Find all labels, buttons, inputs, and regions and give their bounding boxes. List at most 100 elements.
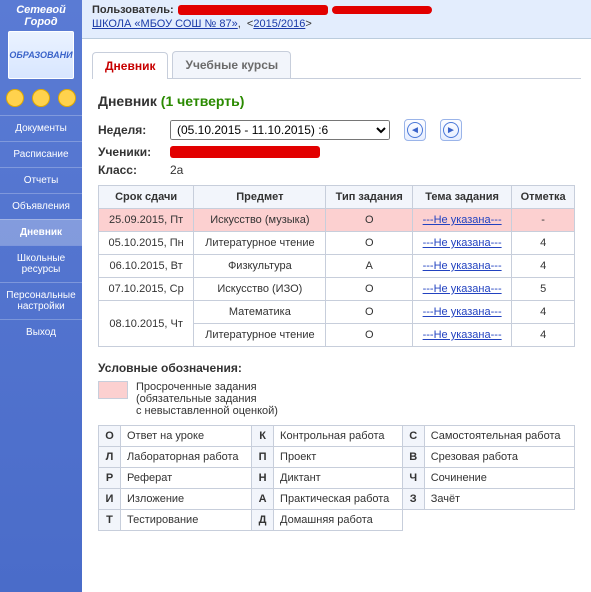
cell-type: О — [326, 278, 413, 301]
cell-type: О — [326, 209, 413, 232]
legend-desc: Тестирование — [121, 510, 252, 531]
legend-code: Н — [252, 468, 274, 489]
cell-subject: Литературное чтение — [194, 324, 326, 347]
col-mark: Отметка — [512, 186, 575, 209]
legend-desc: Реферат — [121, 468, 252, 489]
col-subject: Предмет — [194, 186, 326, 209]
table-row: 07.10.2015, СрИскусство (ИЗО)О ---Не указ… — [99, 278, 575, 301]
user-label: Пользователь: — [92, 4, 174, 16]
topic-link[interactable]: ---Не указана--- — [423, 283, 502, 295]
nav-item-3[interactable]: Объявления — [0, 193, 82, 219]
logo-image: ОБРАЗОВАНИ — [8, 31, 74, 79]
legend-overdue: Просроченные задания (обязательные задан… — [98, 381, 575, 417]
quarter: (1 четверть) — [161, 93, 245, 109]
legend-code: О — [99, 426, 121, 447]
week-next-button[interactable]: ► — [440, 119, 462, 141]
diary-table: Срок сдачи Предмет Тип задания Тема зада… — [98, 185, 575, 347]
year-link[interactable]: 2015/2016 — [253, 18, 305, 30]
user-name-redacted — [178, 5, 328, 15]
cell-topic: ---Не указана--- — [412, 278, 511, 301]
week-label: Неделя: — [98, 123, 162, 137]
cell-type: О — [326, 324, 413, 347]
topic-link[interactable]: ---Не указана--- — [423, 329, 502, 341]
cell-due: 05.10.2015, Пн — [99, 232, 194, 255]
topic-link[interactable]: ---Не указана--- — [423, 260, 502, 272]
sidebar-logo: Сетевой Город ОБРАЗОВАНИ — [0, 0, 82, 85]
tab-1[interactable]: Учебные курсы — [172, 51, 291, 78]
mail-icon[interactable] — [6, 89, 24, 107]
help-icon[interactable] — [58, 89, 76, 107]
user-name-redacted2 — [332, 6, 432, 14]
cell-due: 06.10.2015, Вт — [99, 255, 194, 278]
nav-item-4[interactable]: Дневник — [0, 219, 82, 245]
cell-subject: Искусство (ИЗО) — [194, 278, 326, 301]
cell-subject: Математика — [194, 301, 326, 324]
topic-link[interactable]: ---Не указана--- — [423, 306, 502, 318]
user-line: Пользователь: — [92, 4, 581, 16]
tab-0[interactable]: Дневник — [92, 52, 168, 79]
legend-row: ООтвет на урокеККонтрольная работаССамос… — [99, 426, 575, 447]
cell-mark: 4 — [512, 324, 575, 347]
student-row: Ученики: — [98, 145, 575, 159]
nav-item-0[interactable]: Документы — [0, 115, 82, 141]
nav-item-5[interactable]: Школьные ресурсы — [0, 245, 82, 282]
nav: ДокументыРасписаниеОтчетыОбъявленияДневн… — [0, 115, 82, 345]
legend-desc: Срезовая работа — [424, 447, 574, 468]
cell-mark: 5 — [512, 278, 575, 301]
class-value: 2а — [170, 163, 183, 177]
legend-desc: Контрольная работа — [274, 426, 403, 447]
cell-due: 07.10.2015, Ср — [99, 278, 194, 301]
cell-mark: - — [512, 209, 575, 232]
nav-item-1[interactable]: Расписание — [0, 141, 82, 167]
legend-overdue-l3: с невыставленной оценкой) — [136, 405, 278, 417]
legend-overdue-text: Просроченные задания (обязательные задан… — [136, 381, 278, 417]
arrow-right-icon: ► — [443, 122, 459, 138]
legend-desc: Зачёт — [424, 489, 574, 510]
legend-desc: Лабораторная работа — [121, 447, 252, 468]
legend-codes: ООтвет на урокеККонтрольная работаССамос… — [98, 425, 575, 531]
col-type: Тип задания — [326, 186, 413, 209]
legend-row: РРефератНДиктантЧСочинение — [99, 468, 575, 489]
legend-code: Л — [99, 447, 121, 468]
legend-desc: Диктант — [274, 468, 403, 489]
table-row: 08.10.2015, ЧтМатематикаО---Не указана--… — [99, 301, 575, 324]
nav-item-6[interactable]: Персональные настройки — [0, 282, 82, 319]
legend-code: Д — [252, 510, 274, 531]
tabs: ДневникУчебные курсы — [92, 51, 581, 79]
class-row: Класс: 2а — [98, 163, 575, 177]
legend-code: И — [99, 489, 121, 510]
col-topic: Тема задания — [412, 186, 511, 209]
logo-badge: ОБРАЗОВАНИ — [9, 51, 72, 60]
nav-item-7[interactable]: Выход — [0, 319, 82, 345]
cell-due: 08.10.2015, Чт — [99, 301, 194, 347]
cell-subject: Искусство (музыка) — [194, 209, 326, 232]
cell-mark: 4 — [512, 255, 575, 278]
legend-row: ЛЛабораторная работаППроектВСрезовая раб… — [99, 447, 575, 468]
cell-topic: ---Не указана--- — [412, 324, 511, 347]
legend-overdue-l2: (обязательные задания — [136, 393, 278, 405]
school-link[interactable]: ШКОЛА «МБОУ СОШ № 87» — [92, 18, 238, 30]
legend-overdue-l1: Просроченные задания — [136, 381, 278, 393]
legend-code: З — [402, 489, 424, 510]
arrow-left-icon: ◄ — [407, 122, 423, 138]
sidebar-actions — [0, 85, 82, 111]
cell-topic: ---Не указана--- — [412, 209, 511, 232]
chat-icon[interactable] — [32, 89, 50, 107]
week-select[interactable]: (05.10.2015 - 11.10.2015) :6 — [170, 120, 390, 140]
cell-subject: Физкультура — [194, 255, 326, 278]
cell-topic: ---Не указана--- — [412, 232, 511, 255]
legend-desc: Проект — [274, 447, 403, 468]
topic-link[interactable]: ---Не указана--- — [423, 214, 502, 226]
legend-desc: Ответ на уроке — [121, 426, 252, 447]
cell-topic: ---Не указана--- — [412, 301, 511, 324]
legend-desc: Сочинение — [424, 468, 574, 489]
topic-link[interactable]: ---Не указана--- — [423, 237, 502, 249]
legend-code: П — [252, 447, 274, 468]
legend-desc: Практическая работа — [274, 489, 403, 510]
week-prev-button[interactable]: ◄ — [404, 119, 426, 141]
legend-desc: Домашняя работа — [274, 510, 403, 531]
nav-item-2[interactable]: Отчеты — [0, 167, 82, 193]
cell-subject: Литературное чтение — [194, 232, 326, 255]
table-row: 25.09.2015, ПтИскусство (музыка)О---Не у… — [99, 209, 575, 232]
legend-title: Условные обозначения: — [98, 361, 575, 375]
